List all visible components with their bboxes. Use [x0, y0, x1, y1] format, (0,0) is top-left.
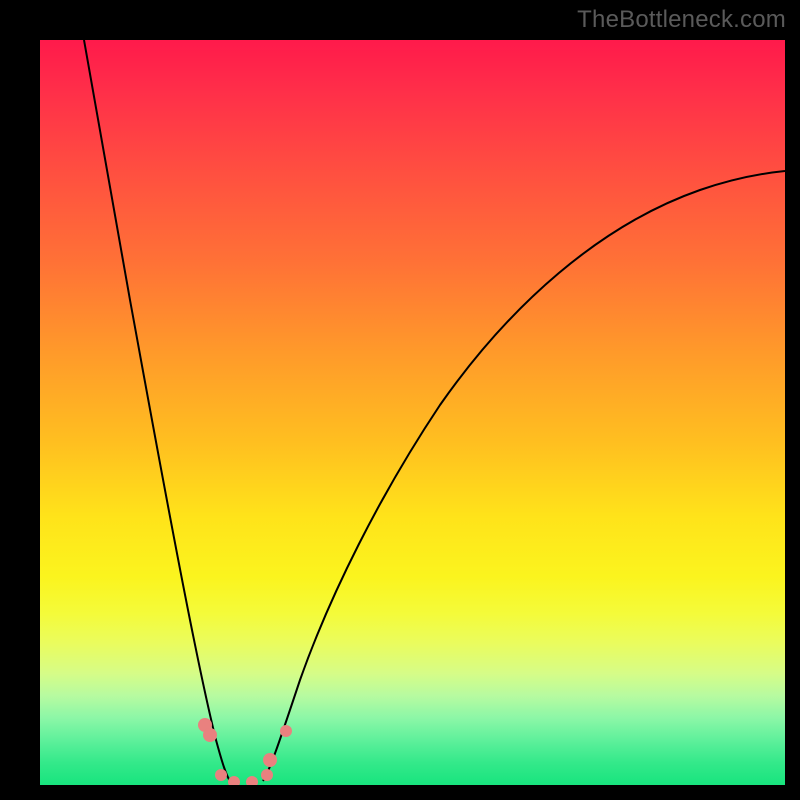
data-point — [261, 769, 273, 781]
chart-frame: TheBottleneck.com — [0, 0, 800, 800]
right-curve — [263, 171, 785, 781]
data-point — [280, 725, 292, 737]
data-point — [246, 776, 258, 785]
data-point — [228, 776, 240, 785]
data-point — [215, 769, 227, 781]
left-curve — [84, 40, 230, 781]
data-point — [203, 728, 217, 742]
plot-area — [40, 40, 785, 785]
watermark-text: TheBottleneck.com — [577, 6, 786, 34]
chart-svg — [40, 40, 785, 785]
data-point — [263, 753, 277, 767]
